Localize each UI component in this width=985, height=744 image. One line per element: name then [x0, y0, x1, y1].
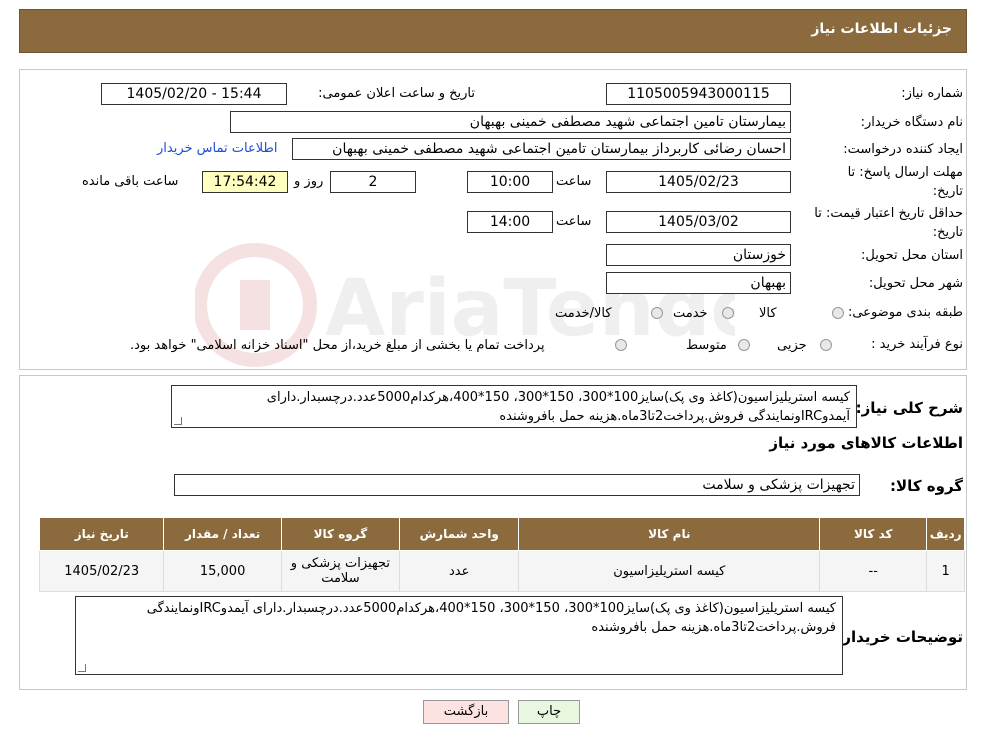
col-qty: تعداد / مقدار — [163, 517, 282, 551]
category-service-radio[interactable] — [722, 307, 734, 319]
city-label: شهر محل تحویل: — [868, 276, 963, 291]
deadline-time-label: ساعت — [556, 174, 592, 189]
validity-time-field: 14:00 — [467, 211, 553, 233]
table-row: 1 -- کیسه استریلیزاسیون عدد تجهیزات پزشک… — [38, 550, 965, 592]
province-field: خوزستان — [606, 244, 791, 266]
page-header: جزئیات اطلاعات نیاز — [19, 9, 967, 53]
need-number-field: 1105005943000115 — [606, 83, 791, 105]
description-label: شرح کلی نیاز: — [855, 399, 963, 417]
process-note: پرداخت تمام یا بخشی از مبلغ خرید،از محل … — [130, 338, 545, 353]
col-date: تاریخ نیاز — [38, 517, 165, 551]
validity-date-field: 1405/03/02 — [606, 211, 791, 233]
cell-name: کیسه استریلیزاسیون — [518, 550, 821, 592]
process-treasury-checkbox[interactable] — [615, 339, 627, 351]
category-goods-service-label: کالا/خدمت — [555, 306, 612, 321]
days-label: روز و — [294, 174, 324, 189]
category-goods-radio[interactable] — [832, 307, 844, 319]
resize-grip-icon[interactable] — [78, 664, 86, 672]
goods-group-label: گروه کالا: — [890, 477, 963, 495]
process-label: نوع فرآیند خرید : — [871, 337, 963, 352]
category-goods-label: کالا — [759, 306, 777, 321]
col-unit: واحد شمارش — [399, 517, 520, 551]
description-text: کیسه استریلیزاسیون(کاغذ وی پک)سایز100*30… — [266, 390, 850, 424]
cell-code: -- — [819, 550, 928, 592]
deadline-label: مهلت ارسال پاسخ: تا — [847, 165, 963, 180]
creator-label: ایجاد کننده درخواست: — [843, 142, 963, 157]
goods-table: ردیف کد کالا نام کالا واحد شمارش گروه کا… — [38, 517, 965, 592]
announce-field: 1405/02/20 - 15:44 — [101, 83, 287, 105]
process-medium-radio[interactable] — [738, 339, 750, 351]
page-title: جزئیات اطلاعات نیاز — [811, 21, 952, 37]
goods-group-field: تجهیزات پزشکی و سلامت — [174, 474, 860, 496]
deadline-date-field: 1405/02/23 — [606, 171, 791, 193]
deadline-label-2: تاریخ: — [932, 184, 963, 199]
print-button[interactable]: چاپ — [518, 700, 580, 724]
resize-grip-icon[interactable] — [174, 417, 182, 425]
cell-unit: عدد — [399, 550, 520, 592]
col-row: ردیف — [926, 517, 965, 551]
buyer-org-label: نام دستگاه خریدار: — [860, 115, 963, 130]
process-minor-radio[interactable] — [820, 339, 832, 351]
cell-group: تجهیزات پزشکی و سلامت — [280, 550, 401, 592]
col-name: نام کالا — [518, 517, 821, 551]
process-minor-label: جزیی — [777, 338, 807, 353]
validity-time-label: ساعت — [556, 214, 592, 229]
category-service-label: خدمت — [673, 306, 708, 321]
description-textarea[interactable]: کیسه استریلیزاسیون(کاغذ وی پک)سایز100*30… — [171, 385, 857, 428]
col-group: گروه کالا — [280, 517, 401, 551]
cell-date: 1405/02/23 — [38, 550, 165, 592]
creator-field: احسان رضائی کاربرداز بیمارستان تامین اجت… — [292, 138, 791, 160]
city-field: بهبهان — [606, 272, 791, 294]
buyer-org-field: بیمارستان تامین اجتماعی شهید مصطفی خمینی… — [230, 111, 791, 133]
buyer-notes-textarea[interactable]: کیسه استریلیزاسیون(کاغذ وی پک)سایز100*30… — [75, 596, 843, 675]
validity-label: حداقل تاریخ اعتبار قیمت: تا — [814, 206, 963, 221]
category-label: طبقه بندی موضوعی: — [847, 305, 963, 320]
back-button[interactable]: بازگشت — [423, 700, 509, 724]
process-medium-label: متوسط — [686, 338, 727, 353]
deadline-time-field: 10:00 — [467, 171, 553, 193]
cell-qty: 15,000 — [163, 550, 282, 592]
cell-row: 1 — [926, 550, 965, 592]
col-code: کد کالا — [819, 517, 928, 551]
category-goods-service-radio[interactable] — [651, 307, 663, 319]
buyer-notes-label: توضیحات خریدار: — [836, 628, 963, 646]
province-label: استان محل تحویل: — [861, 248, 963, 263]
buyer-notes-text: کیسه استریلیزاسیون(کاغذ وی پک)سایز100*30… — [146, 601, 836, 635]
days-field: 2 — [330, 171, 416, 193]
remaining-time-field: 17:54:42 — [202, 171, 288, 193]
announce-label: تاریخ و ساعت اعلان عمومی: — [318, 86, 475, 101]
table-header-row: ردیف کد کالا نام کالا واحد شمارش گروه کا… — [38, 517, 965, 551]
need-number-label: شماره نیاز: — [901, 86, 963, 101]
goods-section-title: اطلاعات کالاهای مورد نیاز — [769, 434, 963, 452]
validity-label-2: تاریخ: — [932, 225, 963, 240]
remaining-label: ساعت باقی مانده — [82, 174, 179, 189]
buyer-contact-link[interactable]: اطلاعات تماس خریدار — [157, 141, 277, 156]
